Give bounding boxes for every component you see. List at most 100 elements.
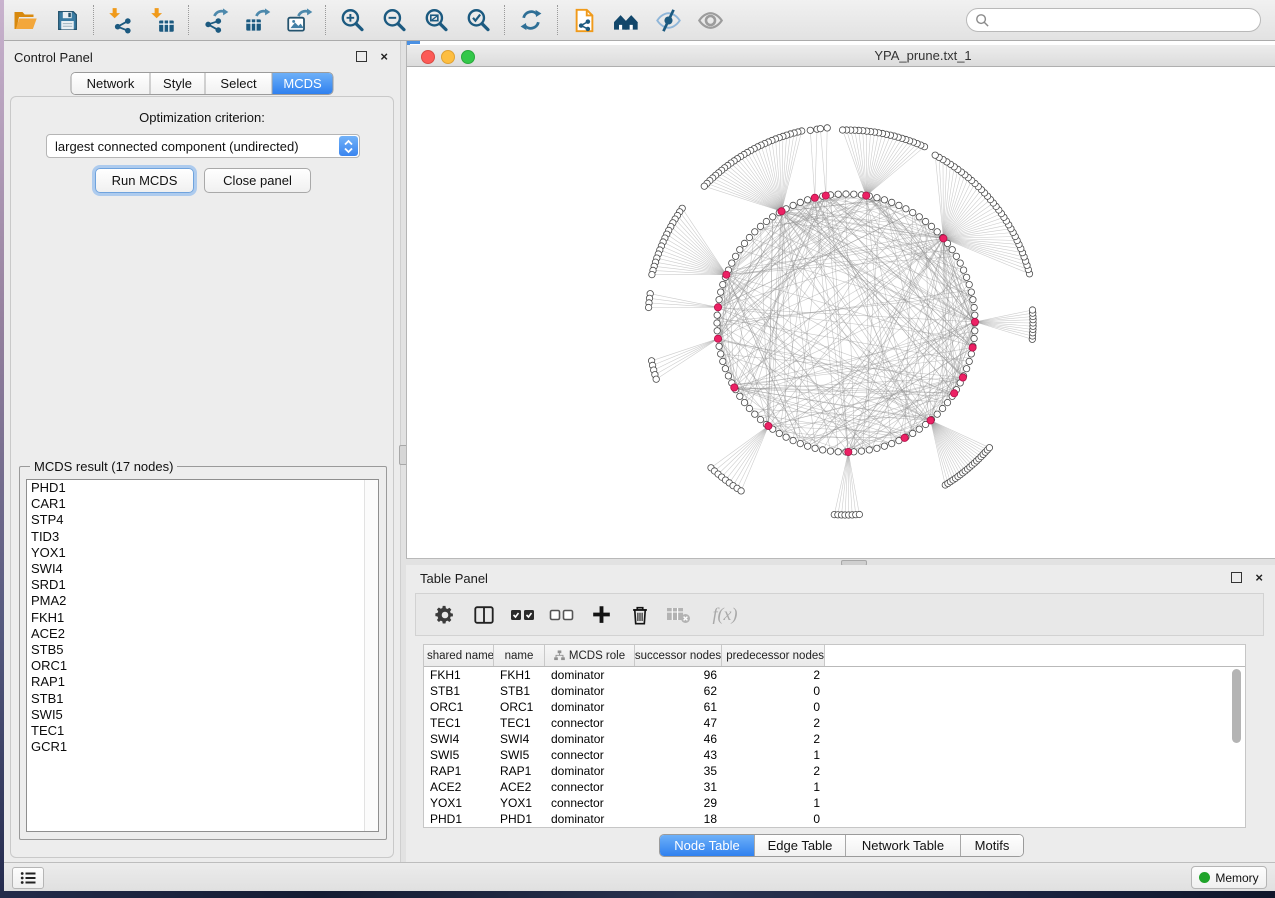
tab-style[interactable]: Style <box>151 73 206 94</box>
import-network-button[interactable] <box>99 1 141 39</box>
optimization-select[interactable]: largest connected component (undirected) <box>46 134 360 158</box>
column-header-MCDS-role[interactable]: MCDS role <box>545 645 635 666</box>
maximize-window-icon[interactable] <box>461 50 475 64</box>
zoom-selected-button[interactable] <box>457 1 499 39</box>
mcds-result-item[interactable]: STB1 <box>27 691 378 707</box>
table-cell: ACE2 <box>424 780 494 794</box>
export-network-button[interactable] <box>194 1 236 39</box>
zoom-in-button[interactable] <box>331 1 373 39</box>
task-history-button[interactable] <box>12 867 44 889</box>
tab-network-table[interactable]: Network Table <box>846 835 961 856</box>
mcds-result-item[interactable]: TEC1 <box>27 723 378 739</box>
tab-node-table[interactable]: Node Table <box>660 835 755 856</box>
close-panel-button[interactable]: Close panel <box>204 168 311 193</box>
table-row[interactable]: STB1STB1dominator620 <box>424 683 1245 699</box>
export-table-button[interactable] <box>236 1 278 39</box>
mcds-result-item[interactable]: SRD1 <box>27 577 378 593</box>
hide-table-button[interactable] <box>666 601 692 629</box>
network-window-title: YPA_prune.txt_1 <box>874 48 971 63</box>
table-row[interactable]: TEC1TEC1connector472 <box>424 715 1245 731</box>
column-header-predecessor-nodes[interactable]: predecessor nodes <box>722 645 825 666</box>
show-details-button[interactable] <box>689 1 731 39</box>
network-canvas[interactable] <box>407 67 1275 558</box>
float-panel-icon[interactable] <box>356 51 367 62</box>
mcds-result-item[interactable]: RAP1 <box>27 674 378 690</box>
tab-select[interactable]: Select <box>206 73 273 94</box>
close-window-icon[interactable] <box>421 50 435 64</box>
mcds-result-list[interactable]: PHD1CAR1STP4TID3YOX1SWI4SRD1PMA2FKH1ACE2… <box>26 479 379 832</box>
table-scrollbar[interactable] <box>1231 667 1243 825</box>
toolbar-separator <box>504 5 505 35</box>
mcds-result-item[interactable]: ORC1 <box>27 658 378 674</box>
tab-mcds[interactable]: MCDS <box>273 73 333 94</box>
table-cell: dominator <box>545 732 635 746</box>
import-table-button[interactable] <box>141 1 183 39</box>
mcds-result-item[interactable]: GCR1 <box>27 739 378 755</box>
mcds-result-item[interactable]: ACE2 <box>27 626 378 642</box>
control-panel: Control Panel × NetworkStyleSelectMCDS O… <box>4 41 400 862</box>
mcds-result-item[interactable]: FKH1 <box>27 610 378 626</box>
network-window-titlebar[interactable]: YPA_prune.txt_1 <box>407 45 1275 67</box>
optimization-label: Optimization criterion: <box>11 110 393 125</box>
first-neighbors-button[interactable] <box>563 1 605 39</box>
table-cell: ORC1 <box>424 700 494 714</box>
trash-icon <box>629 604 651 626</box>
add-column-button[interactable] <box>588 601 614 629</box>
apply-function-button[interactable]: f(x) <box>705 601 745 629</box>
deselect-all-button[interactable] <box>549 601 575 629</box>
scrollbar-thumb[interactable] <box>1232 669 1241 743</box>
mcds-result-item[interactable]: PMA2 <box>27 593 378 609</box>
mcds-result-item[interactable]: CAR1 <box>27 496 378 512</box>
open-file-button[interactable] <box>4 1 46 39</box>
table-row[interactable]: PHD1PHD1dominator180 <box>424 811 1245 827</box>
select-all-icon <box>510 607 536 623</box>
memory-button[interactable]: Memory <box>1191 866 1267 889</box>
tab-network[interactable]: Network <box>72 73 151 94</box>
export-image-button[interactable] <box>278 1 320 39</box>
zoom-fit-button[interactable] <box>415 1 457 39</box>
delete-column-button[interactable] <box>627 601 653 629</box>
table-row[interactable]: RAP1RAP1dominator352 <box>424 763 1245 779</box>
refresh-button[interactable] <box>510 1 552 39</box>
table-cell: dominator <box>545 812 635 826</box>
table-row[interactable]: FKH1FKH1dominator962 <box>424 667 1245 683</box>
column-header-name[interactable]: name <box>494 645 545 666</box>
houses-icon <box>612 8 640 33</box>
home-button[interactable] <box>605 1 647 39</box>
close-panel-icon[interactable]: × <box>1255 573 1263 582</box>
mcds-result-item[interactable]: STB5 <box>27 642 378 658</box>
mcds-list-scrollbar[interactable] <box>364 480 378 831</box>
column-header-successor-nodes[interactable]: successor nodes <box>635 645 722 666</box>
table-row[interactable]: ACE2ACE2connector311 <box>424 779 1245 795</box>
tab-motifs[interactable]: Motifs <box>961 835 1023 856</box>
hide-details-button[interactable] <box>647 1 689 39</box>
table-cell: 1 <box>722 796 825 810</box>
table-row[interactable]: YOX1YOX1connector291 <box>424 795 1245 811</box>
mcds-result-item[interactable]: TID3 <box>27 529 378 545</box>
mcds-result-item[interactable]: SWI4 <box>27 561 378 577</box>
network-graph <box>407 67 1275 558</box>
mcds-result-item[interactable]: PHD1 <box>27 480 378 496</box>
table-cell: 43 <box>635 748 722 762</box>
run-mcds-button[interactable]: Run MCDS <box>95 168 194 193</box>
table-cell: 31 <box>635 780 722 794</box>
zoom-out-button[interactable] <box>373 1 415 39</box>
column-header-shared-name[interactable]: shared name <box>424 645 494 666</box>
close-panel-icon[interactable]: × <box>380 52 388 61</box>
table-row[interactable]: SWI4SWI4dominator462 <box>424 731 1245 747</box>
mcds-result-item[interactable]: SWI5 <box>27 707 378 723</box>
select-all-button[interactable] <box>510 601 536 629</box>
mcds-result-item[interactable]: STP4 <box>27 512 378 528</box>
search-input[interactable] <box>966 8 1261 32</box>
minimize-window-icon[interactable] <box>441 50 455 64</box>
table-row[interactable]: SWI5SWI5connector431 <box>424 747 1245 763</box>
table-cell: 2 <box>722 716 825 730</box>
float-panel-icon[interactable] <box>1231 572 1242 583</box>
table-row[interactable]: ORC1ORC1dominator610 <box>424 699 1245 715</box>
save-session-button[interactable] <box>46 1 88 39</box>
column-visibility-button[interactable] <box>471 601 497 629</box>
table-settings-button[interactable] <box>432 601 458 629</box>
status-bar: Memory <box>4 862 1275 891</box>
mcds-result-item[interactable]: YOX1 <box>27 545 378 561</box>
tab-edge-table[interactable]: Edge Table <box>755 835 846 856</box>
